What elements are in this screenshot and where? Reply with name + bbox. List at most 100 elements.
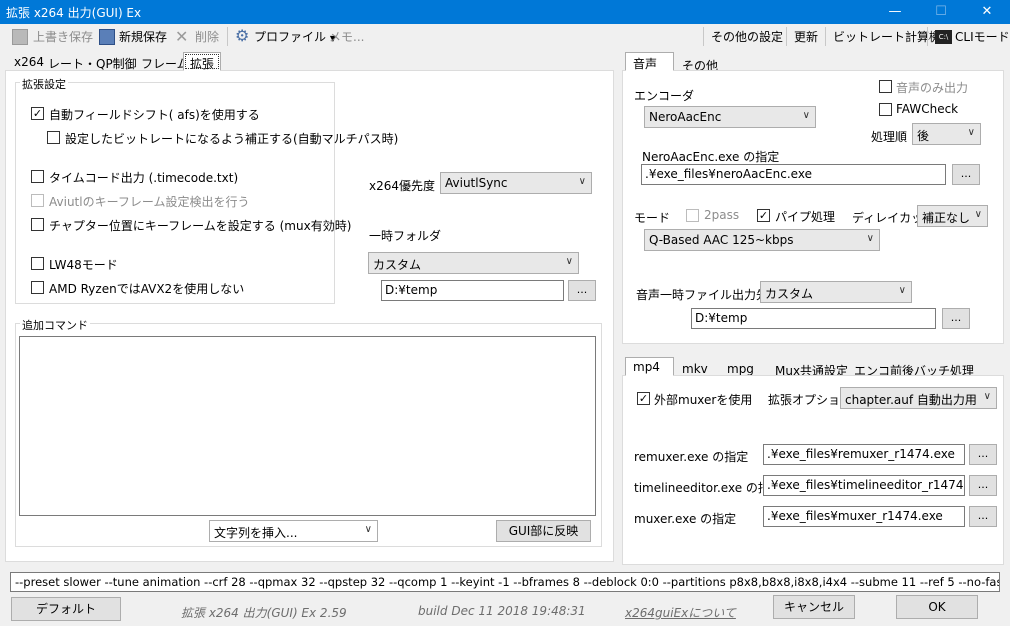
- chevron-down-icon: ∨: [802, 110, 810, 121]
- afs-label: 自動フィールドシフト( afs)を使用する: [49, 108, 260, 122]
- cli-mode-button[interactable]: CLIモード: [955, 28, 1010, 45]
- aviutl-keyframe-label: Aviutlのキーフレーム設定検出を行う: [49, 195, 250, 209]
- audio-temp-value: カスタム: [765, 287, 814, 301]
- chevron-down-icon: ∨: [898, 285, 906, 296]
- cancel-button[interactable]: キャンセル: [773, 595, 855, 619]
- remuxer-browse-button[interactable]: ...: [969, 444, 997, 465]
- muxer-browse-button[interactable]: ...: [969, 506, 997, 527]
- chapter-keyframe-checkbox[interactable]: [31, 218, 44, 231]
- separator: [786, 27, 787, 46]
- afs-bitrate-checkbox[interactable]: [47, 131, 60, 144]
- mode-label: モード: [634, 211, 671, 225]
- maximize-button: ☐: [935, 4, 947, 19]
- app-version: 拡張 x264 出力(GUI) Ex 2.59: [181, 606, 347, 620]
- audio-only-label: 音声のみ出力: [896, 81, 969, 95]
- encoder-select[interactable]: NeroAacEnc ∨: [644, 106, 816, 128]
- order-select[interactable]: 後 ∨: [912, 123, 981, 145]
- chapter-keyframe-label: チャプター位置にキーフレームを設定する (mux有効時): [49, 219, 352, 233]
- chevron-down-icon: ∨: [565, 256, 573, 267]
- separator: [703, 27, 704, 46]
- delay-cut-value: 補正なし: [922, 211, 971, 225]
- overwrite-save-button[interactable]: 上書き保存: [33, 28, 93, 45]
- delete-icon: ✕: [175, 27, 189, 46]
- other-settings-button[interactable]: その他の設定: [711, 28, 783, 45]
- profile-button[interactable]: プロファイル ▼: [254, 28, 336, 45]
- timelineeditor-path[interactable]: .¥exe_files¥timelineeditor_r1474.exe: [763, 475, 965, 496]
- extra-command-textarea[interactable]: [19, 336, 596, 516]
- profile-label: プロファイル: [254, 30, 327, 44]
- close-button[interactable]: ✕: [964, 0, 1010, 24]
- temp-folder-label: 一時フォルダ: [369, 229, 442, 243]
- save-icon: [12, 29, 28, 45]
- audio-temp-label: 音声一時ファイル出力先: [636, 288, 769, 302]
- delete-button[interactable]: 削除: [195, 28, 219, 45]
- temp-folder-value: カスタム: [373, 258, 422, 272]
- command-line-preview[interactable]: --preset slower --tune animation --crf 2…: [10, 572, 1000, 592]
- update-button[interactable]: 更新: [794, 28, 818, 45]
- pipe-label: パイプ処理: [775, 210, 836, 224]
- order-label: 処理順: [871, 130, 908, 144]
- fawcheck-checkbox[interactable]: [879, 103, 892, 116]
- audio-mode-select[interactable]: Q-Based AAC 125~kbps ∨: [644, 229, 880, 251]
- fawcheck-label: FAWCheck: [896, 102, 959, 116]
- temp-folder-select[interactable]: カスタム ∨: [368, 252, 579, 274]
- chevron-down-icon: ∨: [967, 127, 975, 138]
- insert-string-value: 文字列を挿入...: [214, 526, 298, 540]
- audio-mode-value: Q-Based AAC 125~kbps: [649, 233, 794, 247]
- new-save-button[interactable]: 新規保存: [119, 28, 167, 45]
- encoder-exe-browse-button[interactable]: ...: [952, 164, 980, 185]
- memo-field[interactable]: メモ...: [329, 28, 364, 45]
- bitrate-calc-button[interactable]: ビットレート計算機: [833, 28, 941, 45]
- timelineeditor-label: timelineeditor.exe の指定: [634, 481, 782, 495]
- timecode-checkbox[interactable]: [31, 170, 44, 183]
- pipe-checkbox[interactable]: ✓: [757, 209, 770, 222]
- audio-temp-browse-button[interactable]: ...: [942, 308, 970, 329]
- tab-rate-qp[interactable]: レート・QP制御: [41, 52, 144, 71]
- apply-to-gui-button[interactable]: GUI部に反映: [496, 520, 591, 542]
- remuxer-path[interactable]: .¥exe_files¥remuxer_r1474.exe: [763, 444, 965, 465]
- tab-audio[interactable]: 音声: [625, 52, 674, 71]
- delay-cut-select[interactable]: 補正なし ∨: [917, 205, 988, 227]
- chevron-down-icon: ∨: [983, 391, 991, 402]
- muxer-path[interactable]: .¥exe_files¥muxer_r1474.exe: [763, 506, 965, 527]
- toolbar: 上書き保存 新規保存 ✕ 削除 ⚙ プロファイル ▼ メモ... その他の設定 …: [0, 24, 1010, 50]
- window-title: 拡張 x264 出力(GUI) Ex: [6, 6, 142, 20]
- remuxer-label: remuxer.exe の指定: [634, 450, 749, 464]
- afs-bitrate-label: 設定したビットレートになるよう補正する(自動マルチパス時): [65, 132, 399, 146]
- minimize-button[interactable]: —: [872, 0, 918, 24]
- lw48-label: LW48モード: [49, 258, 118, 272]
- order-value: 後: [917, 129, 930, 143]
- extension-option-select[interactable]: chapter.auf 自動出力用 ∨: [840, 387, 997, 409]
- use-external-muxer-label: 外部muxerを使用: [654, 393, 753, 407]
- insert-string-select[interactable]: 文字列を挿入... ∨: [209, 520, 378, 542]
- tab-extension[interactable]: 拡張: [183, 52, 222, 71]
- encoder-exe-label: NeroAacEnc.exe の指定: [642, 150, 780, 164]
- gear-icon: ⚙: [235, 26, 250, 45]
- temp-folder-browse-button[interactable]: ...: [568, 280, 596, 301]
- priority-select[interactable]: AviutlSync ∨: [440, 172, 592, 194]
- audio-only-checkbox[interactable]: [879, 80, 892, 93]
- afs-checkbox[interactable]: ✓: [31, 107, 44, 120]
- encoder-label: エンコーダ: [634, 89, 695, 103]
- group-title: 拡張設定: [20, 76, 68, 92]
- new-save-icon: [99, 29, 115, 45]
- separator: [927, 27, 928, 46]
- cli-icon: C:\: [935, 30, 952, 44]
- twopass-label: 2pass: [704, 208, 740, 222]
- lw48-checkbox[interactable]: [31, 257, 44, 270]
- audio-temp-path[interactable]: D:¥temp: [691, 308, 936, 329]
- temp-folder-path[interactable]: D:¥temp: [381, 280, 564, 301]
- use-external-muxer-checkbox[interactable]: ✓: [637, 392, 650, 405]
- tab-mp4[interactable]: mp4: [625, 357, 674, 376]
- amd-ryzen-label: AMD RyzenではAVX2を使用しない: [49, 282, 245, 296]
- aviutl-keyframe-checkbox: [31, 194, 44, 207]
- timelineeditor-browse-button[interactable]: ...: [969, 475, 997, 496]
- amd-ryzen-checkbox[interactable]: [31, 281, 44, 294]
- audio-temp-select[interactable]: カスタム ∨: [760, 281, 912, 303]
- timecode-label: タイムコード出力 (.timecode.txt): [49, 171, 239, 185]
- encoder-exe-path[interactable]: .¥exe_files¥neroAacEnc.exe: [641, 164, 946, 185]
- priority-label: x264優先度: [369, 179, 436, 193]
- about-link[interactable]: x264guiExについて: [625, 604, 736, 621]
- default-button[interactable]: デフォルト: [11, 597, 121, 621]
- ok-button[interactable]: OK: [896, 595, 978, 619]
